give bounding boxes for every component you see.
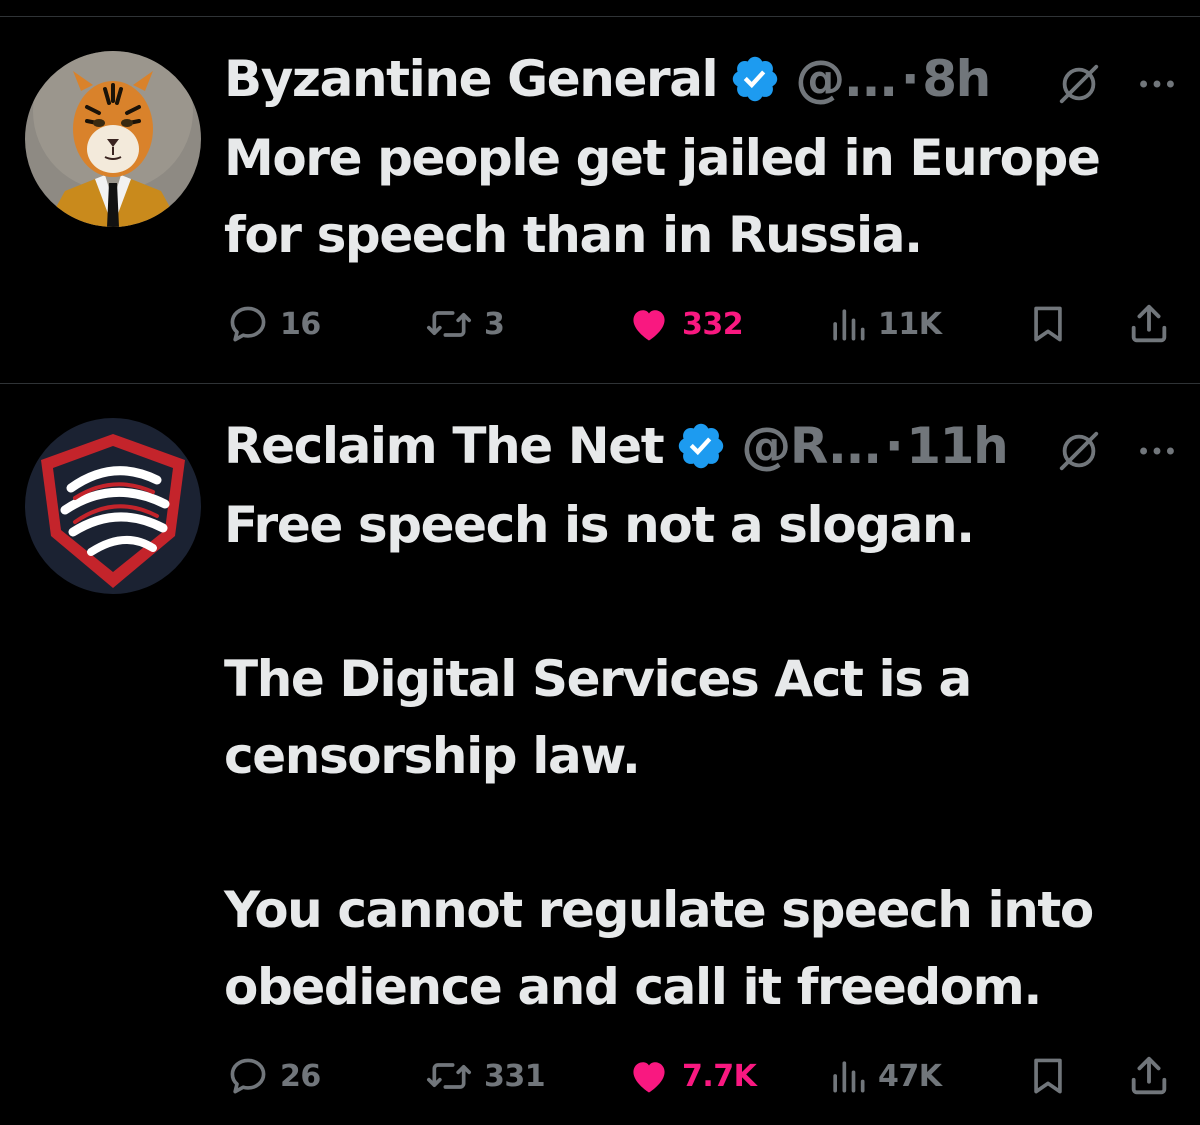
tweet-header: Byzantine General @... · 8h <box>224 47 991 111</box>
retweet-count: 3 <box>484 306 505 342</box>
like-icon <box>633 1062 665 1093</box>
bookmark-icon <box>1034 306 1062 342</box>
views-button[interactable]: 11K <box>828 298 942 350</box>
reply-icon <box>230 1058 266 1094</box>
views-count: 47K <box>878 1058 942 1094</box>
tweet-text: Free speech is not a slogan. The Digital… <box>224 496 1094 1016</box>
like-count: 332 <box>682 306 744 342</box>
reply-icon <box>230 306 266 342</box>
tiger-avatar-icon <box>25 51 201 227</box>
tweet-actions: 26 331 7.7K 47K <box>0 1050 1200 1102</box>
shield-logo-avatar-icon <box>25 418 201 594</box>
share-icon <box>1131 304 1167 343</box>
retweet-button[interactable]: 3 <box>424 298 505 350</box>
more-icon[interactable] <box>1132 61 1182 107</box>
tweet-header: Reclaim The Net @R... · 11h <box>224 414 1009 478</box>
reply-button[interactable]: 26 <box>226 1050 321 1102</box>
views-icon <box>833 309 865 341</box>
separator-dot: · <box>900 50 920 108</box>
share-button[interactable] <box>1126 298 1172 350</box>
grok-icon[interactable] <box>1056 61 1102 107</box>
reply-button[interactable]: 16 <box>226 298 321 350</box>
display-name[interactable]: Reclaim The Net <box>224 417 665 475</box>
bookmark-button[interactable] <box>1026 298 1070 350</box>
verified-badge-icon <box>679 423 724 469</box>
retweet-count: 331 <box>484 1058 546 1094</box>
grok-icon[interactable] <box>1056 428 1102 474</box>
tweet-text: More people get jailed in Europe for spe… <box>224 129 1101 264</box>
share-icon <box>1131 1056 1167 1095</box>
display-name[interactable]: Byzantine General <box>224 50 719 108</box>
like-button[interactable]: 332 <box>626 298 744 350</box>
bookmark-button[interactable] <box>1026 1050 1070 1102</box>
handle[interactable]: @R... <box>741 417 882 475</box>
tweet[interactable]: Byzantine General @... · 8h More people … <box>0 17 1200 383</box>
reply-count: 16 <box>280 306 321 342</box>
share-button[interactable] <box>1126 1050 1172 1102</box>
separator-dot: · <box>884 417 904 475</box>
tweet-actions: 16 3 332 11K <box>0 298 1200 350</box>
avatar[interactable] <box>25 51 201 227</box>
reply-count: 26 <box>280 1058 321 1094</box>
avatar[interactable] <box>25 418 201 594</box>
retweet-icon <box>427 311 471 337</box>
views-button[interactable]: 47K <box>828 1050 942 1102</box>
tweet[interactable]: Reclaim The Net @R... · 11h Free speech … <box>0 384 1200 1125</box>
more-icon[interactable] <box>1132 428 1182 474</box>
views-icon <box>833 1061 865 1093</box>
views-count: 11K <box>878 306 942 342</box>
like-button[interactable]: 7.7K <box>626 1050 757 1102</box>
timestamp[interactable]: 8h <box>922 50 991 108</box>
handle[interactable]: @... <box>795 50 898 108</box>
retweet-button[interactable]: 331 <box>424 1050 546 1102</box>
verified-badge-icon <box>733 56 778 102</box>
like-count: 7.7K <box>682 1058 757 1094</box>
like-icon <box>633 310 665 341</box>
timestamp[interactable]: 11h <box>906 417 1008 475</box>
retweet-icon <box>427 1063 471 1089</box>
bookmark-icon <box>1034 1058 1062 1094</box>
